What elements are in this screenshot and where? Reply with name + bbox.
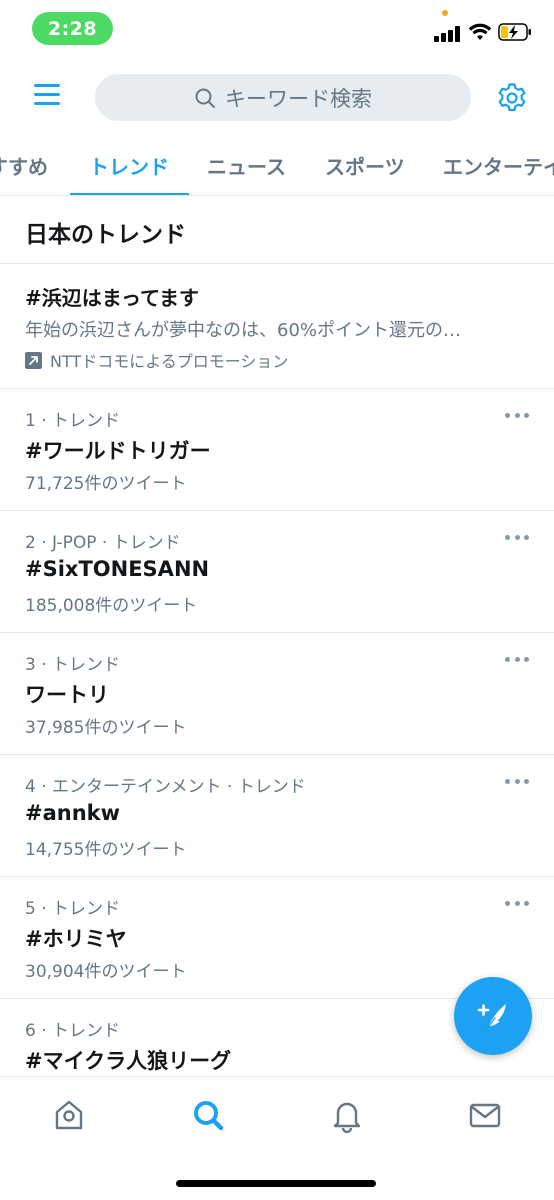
trend-meta: 4 · エンターテインメント · トレンド: [25, 777, 306, 797]
trend-name: #annkw: [25, 801, 121, 825]
trend-tweet-count: 185,008件のツイート: [25, 596, 198, 616]
section-title: 日本のトレンド: [0, 196, 554, 264]
tab-sports[interactable]: スポーツ: [325, 151, 405, 180]
trend-name: #SixTONESANN: [25, 557, 210, 581]
promoted-by-label: NTTドコモによるプロモーション: [50, 352, 289, 371]
compose-tweet-button[interactable]: [454, 977, 532, 1055]
gear-icon[interactable]: [496, 82, 528, 114]
signal-icon: [434, 26, 462, 42]
trend-tweet-count: 14,755件のツイート: [25, 840, 187, 860]
tab-for-you[interactable]: すすめ: [0, 151, 48, 180]
header: キーワード検索: [0, 60, 554, 135]
tab-news[interactable]: ニュース: [207, 151, 286, 180]
camera-indicator-dot: [442, 10, 448, 16]
explore-tabs: すすめ トレンド ニュース スポーツ エンターテイ: [0, 135, 554, 196]
tab-trends[interactable]: トレンド: [89, 151, 169, 180]
trend-name: ワートリ: [25, 683, 109, 707]
envelope-icon[interactable]: [467, 1097, 503, 1133]
promoted-arrow-icon: [25, 351, 42, 369]
home-indicator: [176, 1180, 376, 1187]
menu-icon[interactable]: [34, 84, 60, 106]
trend-meta: 2 · J-POP · トレンド: [25, 533, 181, 553]
home-icon[interactable]: [51, 1097, 87, 1133]
search-input[interactable]: キーワード検索: [95, 74, 471, 121]
search-icon[interactable]: [190, 1097, 226, 1133]
promoted-by: NTTドコモによるプロモーション: [25, 348, 288, 372]
more-icon[interactable]: [505, 531, 529, 543]
trend-name: #ワールドトリガー: [25, 439, 211, 463]
status-bar: 2:28: [0, 0, 554, 60]
trend-item[interactable]: 4 · エンターテインメント · トレンド #annkw 14,755件のツイー…: [0, 755, 554, 877]
promoted-trend-title: #浜辺はまってます: [25, 286, 199, 310]
more-icon[interactable]: [505, 409, 529, 421]
compose-tweet-icon: [477, 1004, 506, 1031]
battery-charging-icon: [498, 23, 531, 41]
trend-tweet-count: 30,904件のツイート: [25, 962, 187, 982]
search-placeholder: キーワード検索: [225, 86, 372, 111]
more-icon[interactable]: [505, 653, 529, 665]
promoted-trend-description: 年始の浜辺さんが夢中なのは、60%ポイント還元の…: [25, 320, 462, 341]
trend-meta: 6 · トレンド: [25, 1021, 121, 1041]
more-icon[interactable]: [505, 775, 529, 787]
status-time: 2:28: [32, 12, 113, 45]
promoted-trend[interactable]: #浜辺はまってます 年始の浜辺さんが夢中なのは、60%ポイント還元の… NTTド…: [0, 264, 554, 389]
trend-meta: 1 · トレンド: [25, 411, 121, 431]
trend-item[interactable]: 2 · J-POP · トレンド #SixTONESANN 185,008件のツ…: [0, 511, 554, 633]
trend-item[interactable]: 1 · トレンド #ワールドトリガー 71,725件のツイート: [0, 389, 554, 511]
tab-entertainment[interactable]: エンターテイ: [443, 151, 554, 180]
trend-item[interactable]: 5 · トレンド #ホリミヤ 30,904件のツイート: [0, 877, 554, 999]
trend-name: #ホリミヤ: [25, 927, 127, 951]
bell-icon[interactable]: [329, 1097, 365, 1133]
trend-meta: 3 · トレンド: [25, 655, 121, 675]
trend-tweet-count: 71,725件のツイート: [25, 474, 187, 494]
trend-meta: 5 · トレンド: [25, 899, 121, 919]
more-icon[interactable]: [505, 897, 529, 909]
trend-tweet-count: 37,985件のツイート: [25, 718, 187, 738]
wifi-icon: [468, 23, 492, 40]
trend-name: #マイクラ人狼リーグ: [25, 1049, 232, 1073]
search-icon: [195, 88, 215, 108]
trend-item[interactable]: 3 · トレンド ワートリ 37,985件のツイート: [0, 633, 554, 755]
